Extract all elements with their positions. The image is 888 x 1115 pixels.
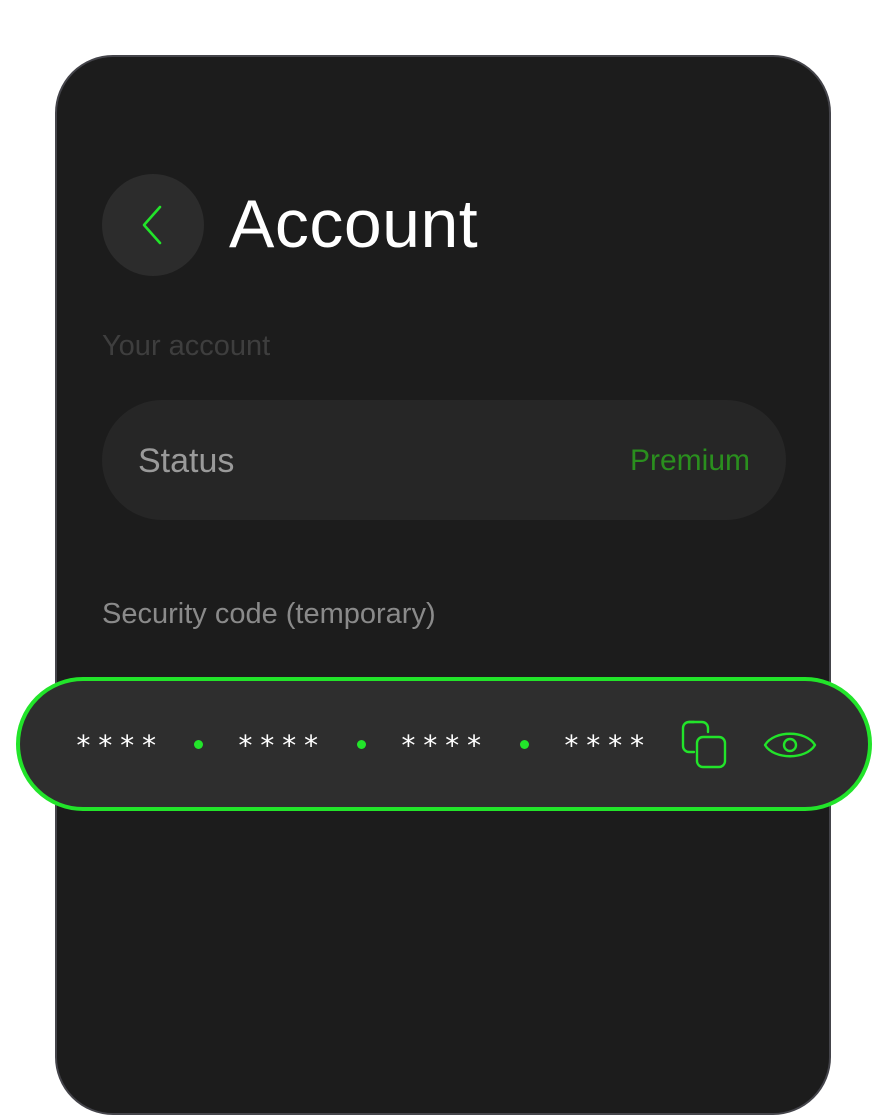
status-value: Premium xyxy=(629,444,750,477)
reveal-button[interactable] xyxy=(762,726,818,769)
chevron-left-icon xyxy=(142,205,162,245)
section-label-security-code: Security code (temporary) xyxy=(102,598,436,630)
security-code-field[interactable]: **** **** **** **** xyxy=(16,677,872,811)
back-button[interactable] xyxy=(102,174,204,276)
eye-icon xyxy=(763,732,817,758)
status-row[interactable]: Status Premium xyxy=(102,400,786,520)
code-separator-dot xyxy=(357,740,366,749)
status-label: Status xyxy=(138,442,235,480)
code-group-4: **** xyxy=(563,729,651,762)
code-group-1: **** xyxy=(75,729,163,762)
code-group-2: **** xyxy=(237,729,325,762)
copy-button[interactable] xyxy=(680,719,730,776)
section-label-your-account: Your account xyxy=(102,330,271,362)
code-separator-dot xyxy=(520,740,529,749)
copy-icon xyxy=(681,720,727,769)
code-group-3: **** xyxy=(400,729,488,762)
page-title: Account xyxy=(229,186,479,262)
code-separator-dot xyxy=(194,740,203,749)
